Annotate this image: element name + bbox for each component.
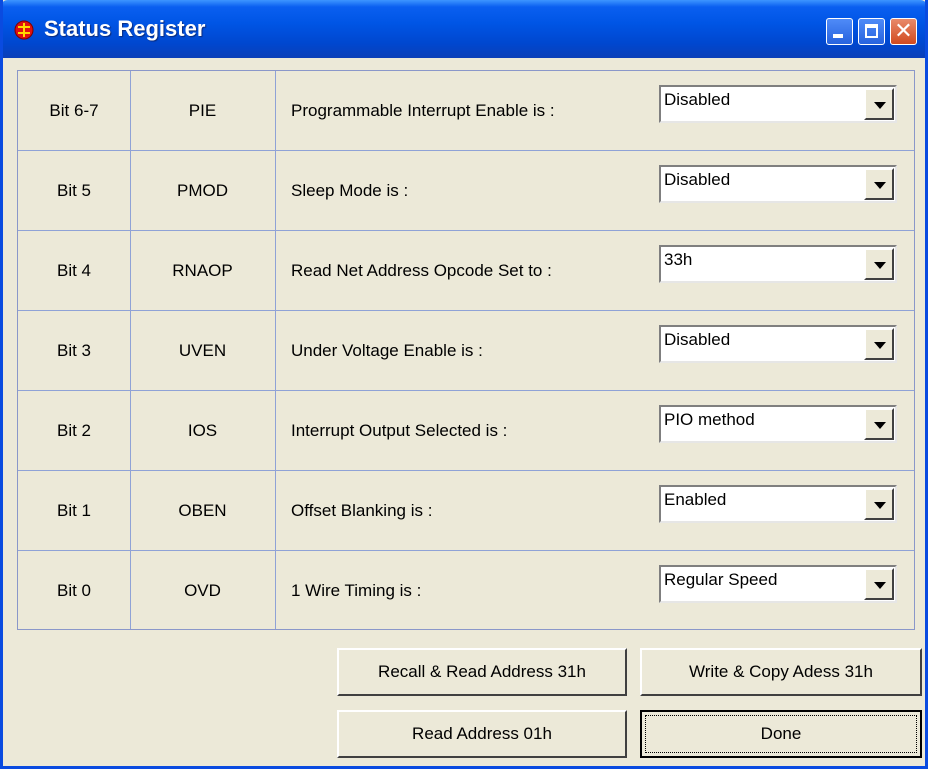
close-icon: ✕ [894, 19, 913, 44]
setting-label: Under Voltage Enable is : [291, 340, 483, 360]
bit-label: Bit 3 [56, 340, 92, 360]
setting-label: Interrupt Output Selected is : [291, 420, 508, 440]
dropdown-value: Regular Speed [664, 570, 778, 589]
chevron-down-icon [874, 582, 886, 589]
dropdown-button[interactable] [864, 488, 894, 520]
focus-rectangle [645, 715, 917, 753]
register-name: OVD [184, 581, 221, 600]
register-row-ovd: Bit 0 OVD 1 Wire Timing is : Regular Spe… [18, 551, 914, 631]
register-row-uven: Bit 3 UVEN Under Voltage Enable is : Dis… [18, 311, 914, 391]
minimize-icon [833, 34, 843, 38]
dropdown-button[interactable] [864, 568, 894, 600]
ios-dropdown[interactable]: PIO method [659, 405, 897, 443]
bit-label: Bit 5 [56, 180, 92, 200]
chevron-down-icon [874, 502, 886, 509]
recall-read-address-31h-button[interactable]: Recall & Read Address 31h [337, 648, 627, 696]
maximize-icon [865, 24, 878, 38]
register-row-rnaop: Bit 4 RNAOP Read Net Address Opcode Set … [18, 231, 914, 311]
setting-label: Read Net Address Opcode Set to : [291, 260, 552, 280]
bit-label: Bit 2 [56, 420, 92, 440]
dropdown-button[interactable] [864, 168, 894, 200]
dropdown-button[interactable] [864, 248, 894, 280]
status-register-window: Status Register ✕ Bit 6-7 PIE Programmab… [0, 0, 928, 769]
register-name: OBEN [178, 500, 227, 520]
ovd-dropdown[interactable]: Regular Speed [659, 565, 897, 603]
chevron-down-icon [874, 342, 886, 349]
dropdown-value: Disabled [664, 330, 731, 349]
read-address-01h-button[interactable]: Read Address 01h [337, 710, 627, 758]
chevron-down-icon [874, 102, 886, 109]
bit-label: Bit 1 [56, 500, 92, 520]
title-bar[interactable]: Status Register ✕ [3, 0, 925, 58]
dropdown-button[interactable] [864, 408, 894, 440]
register-name: PIE [188, 100, 217, 120]
bit-label: Bit 0 [56, 581, 92, 600]
setting-label: 1 Wire Timing is : [291, 581, 422, 600]
register-name: UVEN [178, 340, 227, 360]
uven-dropdown[interactable]: Disabled [659, 325, 897, 363]
register-bits-grid: Bit 6-7 PIE Programmable Interrupt Enabl… [17, 70, 915, 630]
minimize-button[interactable] [826, 18, 853, 45]
chevron-down-icon [874, 182, 886, 189]
setting-label: Offset Blanking is : [291, 500, 433, 520]
bit-label: Bit 6-7 [49, 100, 99, 120]
register-name: PMOD [177, 180, 228, 200]
setting-label: Programmable Interrupt Enable is : [291, 100, 555, 120]
register-row-ios: Bit 2 IOS Interrupt Output Selected is :… [18, 391, 914, 471]
chevron-down-icon [874, 422, 886, 429]
oben-dropdown[interactable]: Enabled [659, 485, 897, 523]
register-row-pmod: Bit 5 PMOD Sleep Mode is : Disabled [18, 151, 914, 231]
register-name: RNAOP [172, 260, 233, 280]
chevron-down-icon [874, 262, 886, 269]
maxim-logo-icon [14, 20, 34, 40]
write-copy-address-31h-button[interactable]: Write & Copy Adess 31h [640, 648, 922, 696]
close-button[interactable]: ✕ [890, 18, 917, 45]
dropdown-value: Enabled [664, 490, 727, 509]
rnaop-dropdown[interactable]: 33h [659, 245, 897, 283]
dropdown-value: Disabled [664, 170, 731, 189]
done-button[interactable]: Done [640, 710, 922, 758]
dropdown-value: Disabled [664, 90, 731, 109]
dropdown-value: PIO method [664, 410, 755, 429]
setting-label: Sleep Mode is : [291, 180, 409, 200]
dropdown-button[interactable] [864, 88, 894, 120]
maximize-button[interactable] [858, 18, 885, 45]
window-title: Status Register [44, 16, 206, 41]
pie-dropdown[interactable]: Disabled [659, 85, 897, 123]
register-row-oben: Bit 1 OBEN Offset Blanking is : Enabled [18, 471, 914, 551]
dropdown-value: 33h [664, 250, 693, 269]
bit-label: Bit 4 [56, 260, 92, 280]
dropdown-button[interactable] [864, 328, 894, 360]
pmod-dropdown[interactable]: Disabled [659, 165, 897, 203]
register-name: IOS [187, 420, 218, 440]
register-row-pie: Bit 6-7 PIE Programmable Interrupt Enabl… [18, 71, 914, 151]
